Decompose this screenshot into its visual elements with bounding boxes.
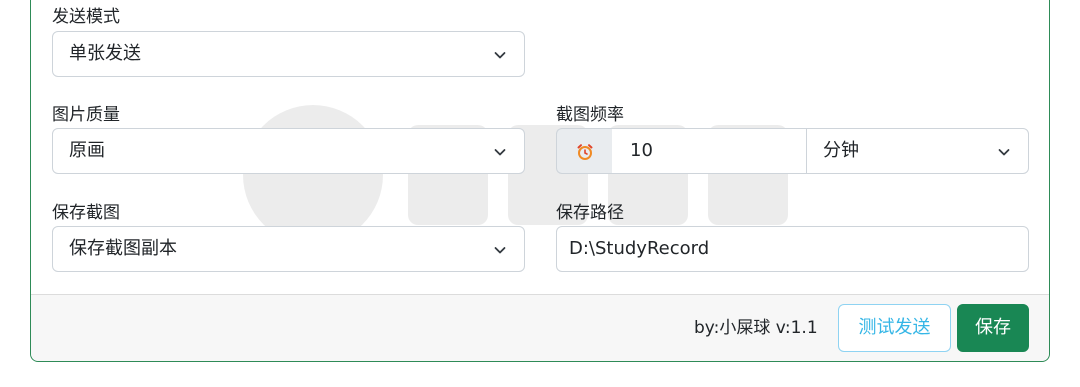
save-capture-select[interactable]: 保存截图副本 xyxy=(52,226,525,272)
frequency-unit-select[interactable]: 分钟 xyxy=(806,128,1029,174)
image-quality-label: 图片质量 xyxy=(52,105,120,125)
save-path-label: 保存路径 xyxy=(556,203,624,223)
image-quality-value: 原画 xyxy=(69,140,105,161)
save-button[interactable]: 保存 xyxy=(957,304,1029,352)
frequency-unit-value: 分钟 xyxy=(823,140,859,161)
chevron-down-icon xyxy=(998,149,1010,156)
send-mode-value: 单张发送 xyxy=(69,43,141,64)
version-text: by:小屎球 v:1.1 xyxy=(694,318,818,338)
alarm-clock-icon xyxy=(577,144,593,160)
alarm-addon xyxy=(556,128,612,174)
test-send-button[interactable]: 测试发送 xyxy=(838,304,951,352)
capture-frequency-input[interactable]: 10 xyxy=(612,128,806,174)
send-mode-select[interactable]: 单张发送 xyxy=(52,31,525,77)
chevron-down-icon xyxy=(494,52,506,59)
image-quality-select[interactable]: 原画 xyxy=(52,128,525,174)
chevron-down-icon xyxy=(494,149,506,156)
capture-frequency-label: 截图频率 xyxy=(556,105,624,125)
chevron-down-icon xyxy=(494,247,506,254)
save-capture-value: 保存截图副本 xyxy=(69,238,177,259)
save-path-input[interactable]: D:\StudyRecord xyxy=(556,226,1029,272)
send-mode-label: 发送模式 xyxy=(52,7,120,27)
save-capture-label: 保存截图 xyxy=(52,203,120,223)
